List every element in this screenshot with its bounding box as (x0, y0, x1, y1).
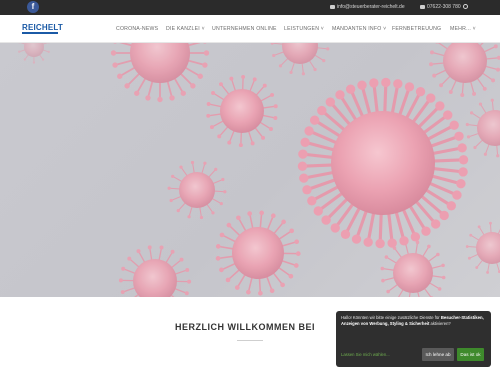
nav-item-leistungen-label: LEISTUNGEN (284, 26, 320, 32)
cookie-text-before: Hallo! Könnten wir bitte einige zusätzli… (341, 315, 441, 320)
cookie-text-after: aktivieren? (429, 321, 451, 327)
page-title: HERZLICH WILLKOMMEN BEI (175, 322, 315, 332)
decline-button[interactable]: Ich lehne ab (422, 348, 454, 361)
logo-underline (22, 32, 58, 34)
chevron-down-icon: ˅ (381, 26, 387, 32)
virus-particle (429, 43, 500, 97)
virus-particle (110, 43, 210, 103)
virus-particle (18, 43, 50, 64)
logo[interactable]: REICHELT (22, 23, 63, 32)
email-text: info@steuerberater-reichelt.de (337, 4, 405, 10)
nav-item-kanzlei-label: DIE KANZLEI (166, 26, 200, 32)
virus-particle (297, 77, 469, 249)
email-link[interactable]: info@steuerberater-reichelt.de (330, 0, 405, 15)
nav-item-mehr-label: MEHR... (450, 26, 471, 32)
cookie-message: Hallo! Könnten wir bitte einige zusätzli… (341, 315, 486, 327)
nav-item-fernbetreuung[interactable]: FERNBETREUUNG (392, 15, 441, 43)
chevron-down-icon: ˅ (199, 26, 205, 32)
nav-item-leistungen[interactable]: LEISTUNGEN ˅ (284, 15, 324, 43)
envelope-icon (330, 4, 335, 9)
nav-item-corona-news[interactable]: CORONA-NEWS (116, 15, 158, 43)
cookie-choose-link[interactable]: Lassen Sie mich wählen... (341, 352, 390, 358)
main-navigation: REICHELT CORONA-NEWS DIE KANZLEI ˅ UNTER… (0, 15, 500, 43)
nav-item-mandanten-info[interactable]: MANDANTEN INFO ˅ (332, 15, 386, 43)
virus-particle (215, 210, 301, 296)
search-icon (463, 3, 468, 9)
nav-item-kanzlei[interactable]: DIE KANZLEI ˅ (166, 15, 205, 43)
phone-text: 07622-308 780 (427, 4, 461, 10)
phone-icon (420, 4, 425, 9)
title-divider (237, 340, 263, 341)
top-bar: f info@steuerberater-reichelt.de 07622-3… (0, 0, 500, 15)
search-button[interactable] (463, 0, 468, 15)
virus-particle (270, 43, 330, 76)
nav-item-mehr[interactable]: MEHR... ˅ (450, 15, 476, 43)
facebook-icon[interactable]: f (27, 1, 39, 13)
virus-particle (167, 160, 227, 220)
virus-particle (465, 98, 500, 158)
nav-item-unternehmen-online[interactable]: UNTERNEHMEN ONLINE (212, 15, 277, 43)
virus-illustration (18, 43, 500, 297)
chevron-down-icon: ˅ (319, 26, 325, 32)
accept-button[interactable]: Das ist ok (457, 348, 484, 361)
phone-link[interactable]: 07622-308 780 (420, 0, 461, 15)
virus-particle (118, 245, 192, 297)
cookie-consent-dialog: Hallo! Könnten wir bitte einige zusätzli… (336, 311, 491, 367)
chevron-down-icon: ˅ (471, 26, 476, 32)
hero-image (0, 43, 500, 297)
virus-particle (206, 74, 278, 148)
virus-particle (465, 221, 500, 274)
nav-item-mandanten-info-label: MANDANTEN INFO (332, 26, 382, 32)
virus-particle (380, 240, 446, 297)
